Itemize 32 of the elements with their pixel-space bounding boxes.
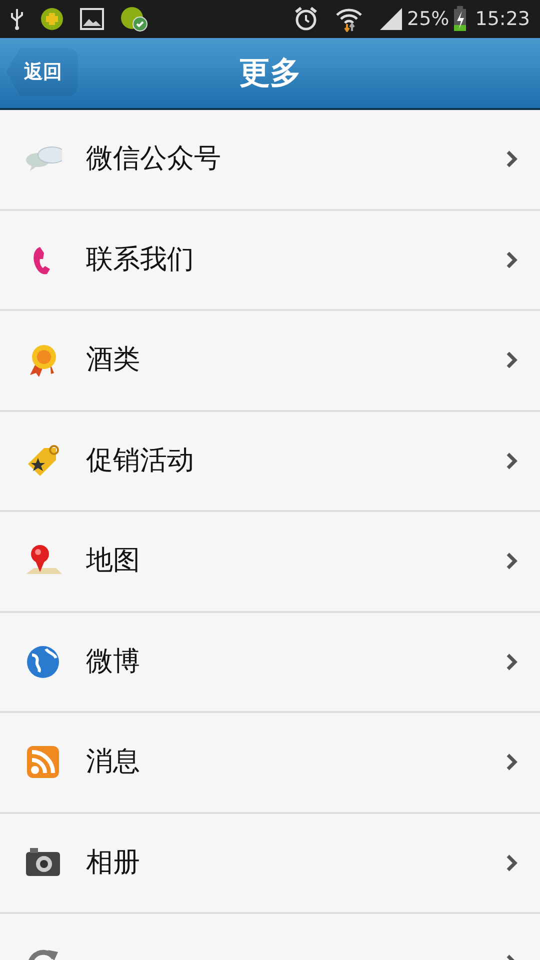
signal-icon: [379, 7, 403, 31]
menu-label: 地图: [86, 544, 141, 578]
battery-charging-icon: [453, 6, 468, 32]
app-icon: [40, 7, 64, 31]
menu-label: 促销活动: [86, 444, 195, 478]
chevron-right-icon: [506, 753, 518, 772]
menu-label: 微信公众号: [86, 142, 222, 176]
chevron-right-icon: [506, 854, 518, 872]
alarm-icon: [293, 6, 319, 32]
menu-row[interactable]: 微博: [0, 612, 540, 713]
menu-label: 消息: [86, 745, 141, 779]
chevron-right-icon: [506, 150, 518, 168]
back-button[interactable]: 返回: [6, 48, 78, 96]
menu-label: 微博: [86, 644, 141, 678]
wifi-icon: [335, 6, 363, 32]
chevron-right-icon: [506, 351, 518, 370]
chevron-right-icon: [506, 250, 518, 269]
image-icon: [80, 8, 104, 30]
menu-row[interactable]: 促销活动: [0, 412, 540, 512]
menu-label: 酒类: [86, 343, 141, 377]
menu-label: 联系我们: [86, 242, 195, 276]
menu-row[interactable]: 相册: [0, 814, 540, 914]
usb-icon: [10, 7, 24, 31]
chevron-right-icon: [506, 552, 518, 570]
chevron-right-icon: [506, 452, 518, 470]
clock-time: 15:23: [475, 6, 530, 32]
chevron-right-icon: [506, 652, 518, 671]
page-title: 更多: [239, 54, 301, 93]
menu-row[interactable]: 联系我们: [0, 210, 540, 311]
battery-percent: 25%: [407, 6, 450, 32]
app-check-icon: [120, 6, 148, 32]
menu-label: 相册: [86, 846, 141, 880]
